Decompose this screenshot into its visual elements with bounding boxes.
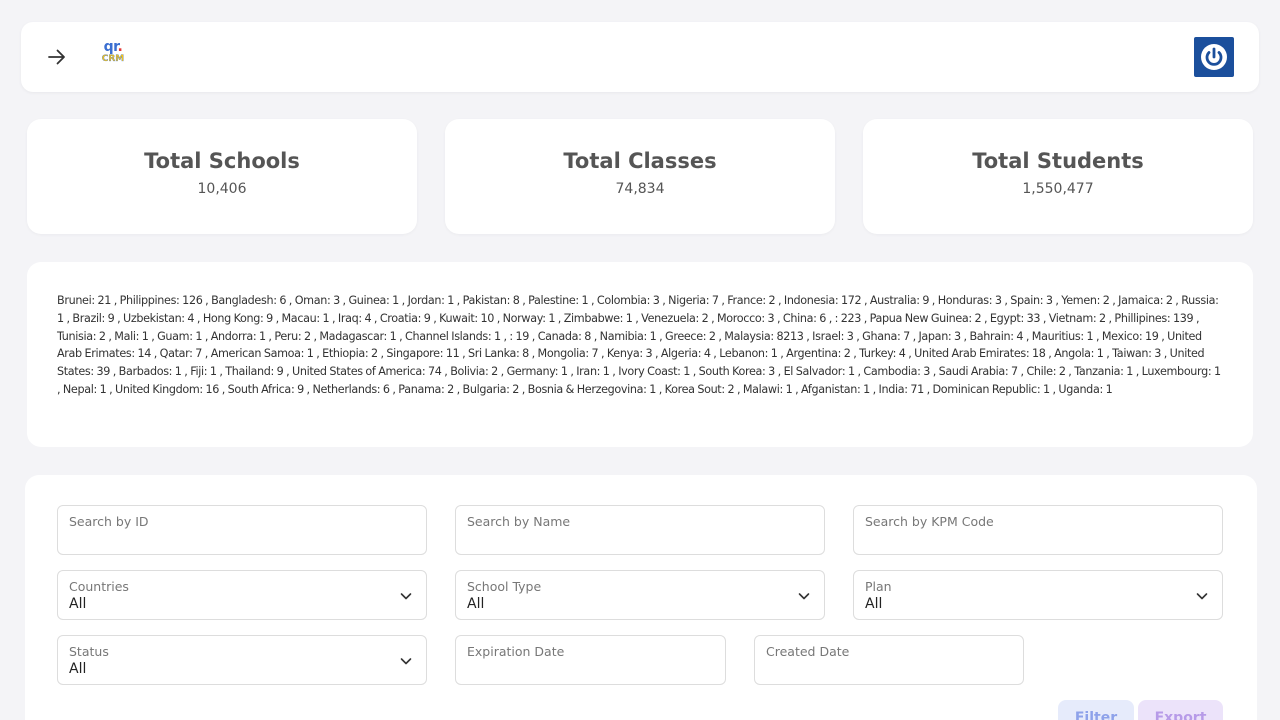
stat-title: Total Classes — [563, 149, 717, 173]
field-label: Plan — [865, 579, 892, 594]
total-schools-card: Total Schools 10,406 — [27, 119, 417, 234]
app-logo[interactable]: qr. CRM — [98, 40, 128, 70]
logo-text-bottom: CRM — [101, 54, 125, 64]
field-value: All — [69, 596, 87, 612]
field-value: All — [69, 661, 87, 677]
country-distribution-text: Brunei: 21 , Philippines: 126 , Banglade… — [57, 294, 1221, 396]
chevron-down-icon — [1196, 593, 1208, 600]
country-distribution-card: Brunei: 21 , Philippines: 126 , Banglade… — [27, 262, 1253, 447]
power-icon — [1201, 44, 1227, 70]
chevron-down-icon — [400, 593, 412, 600]
field-label: Search by Name — [467, 514, 571, 529]
stat-value: 10,406 — [197, 181, 247, 197]
search-kpm-input[interactable]: Search by KPM Code — [853, 505, 1223, 555]
field-label: Status — [69, 644, 109, 659]
top-bar: qr. CRM — [21, 22, 1259, 92]
stat-value: 74,834 — [615, 181, 665, 197]
export-button[interactable]: Export — [1138, 700, 1223, 720]
expiration-date-input[interactable]: Expiration Date — [455, 635, 726, 685]
status-select[interactable]: Status All — [57, 635, 427, 685]
search-name-input[interactable]: Search by Name — [455, 505, 825, 555]
field-label: School Type — [467, 579, 542, 594]
chevron-down-icon — [798, 593, 810, 600]
chevron-down-icon — [400, 658, 412, 665]
field-value: All — [467, 596, 485, 612]
school-type-select[interactable]: School Type All — [455, 570, 825, 620]
total-classes-card: Total Classes 74,834 — [445, 119, 835, 234]
stat-title: Total Students — [972, 149, 1144, 173]
field-label: Search by ID — [69, 514, 149, 529]
search-id-input[interactable]: Search by ID — [57, 505, 427, 555]
field-label: Countries — [69, 579, 129, 594]
field-label: Expiration Date — [467, 644, 565, 659]
created-date-input[interactable]: Created Date — [754, 635, 1024, 685]
back-button[interactable] — [45, 46, 69, 68]
filter-panel: Search by ID Search by Name Search by KP… — [25, 475, 1257, 720]
field-label: Search by KPM Code — [865, 514, 994, 529]
filter-button[interactable]: Filter — [1058, 700, 1134, 720]
stat-title: Total Schools — [144, 149, 300, 173]
logo-text-top: qr. — [103, 39, 123, 55]
arrow-right-icon — [48, 49, 65, 65]
plan-select[interactable]: Plan All — [853, 570, 1223, 620]
total-students-card: Total Students 1,550,477 — [863, 119, 1253, 234]
stat-value: 1,550,477 — [1022, 181, 1094, 197]
logout-button[interactable] — [1194, 37, 1234, 77]
field-label: Created Date — [766, 644, 850, 659]
field-value: All — [865, 596, 883, 612]
countries-select[interactable]: Countries All — [57, 570, 427, 620]
